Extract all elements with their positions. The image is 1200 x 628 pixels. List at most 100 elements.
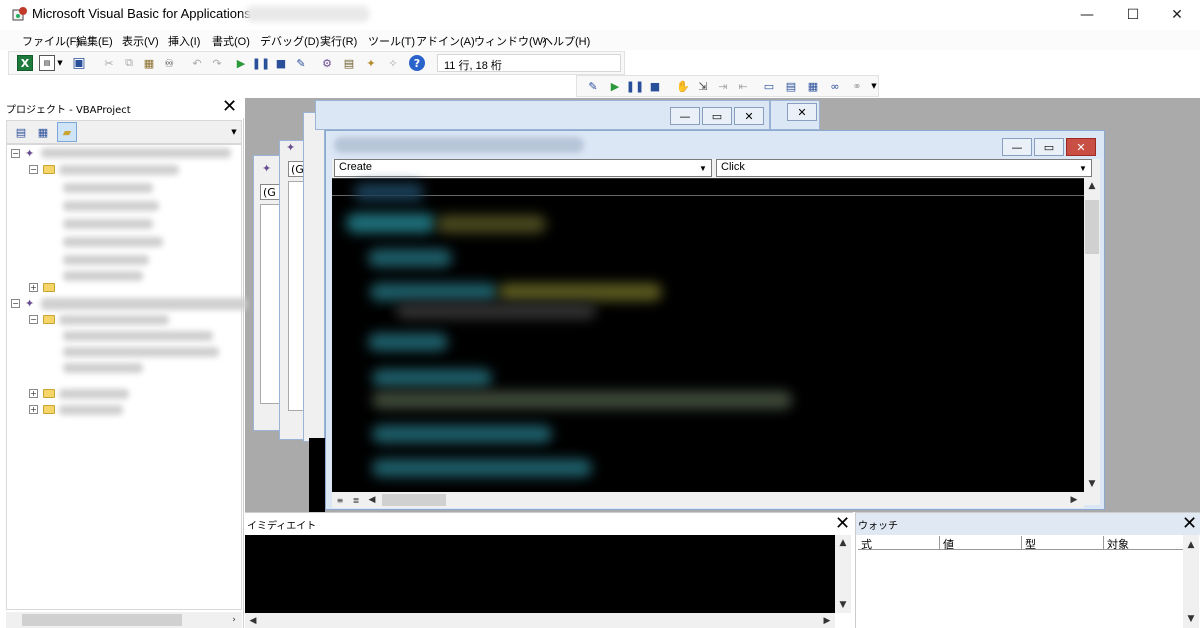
watch-column-type[interactable]: 型 — [1022, 536, 1104, 551]
stop-icon-2[interactable]: ■ — [647, 78, 663, 94]
copy-icon[interactable]: ⧉ — [121, 55, 137, 71]
paste-icon[interactable]: ▦ — [141, 55, 157, 71]
scroll-up-icon[interactable]: ▲ — [1084, 178, 1100, 194]
pause-icon[interactable]: ❚❚ — [252, 55, 270, 71]
chevron-down-icon[interactable]: ▼ — [696, 161, 710, 175]
menu-addins[interactable]: アドイン(A) — [416, 33, 475, 49]
expand-icon[interactable]: + — [29, 389, 38, 398]
menu-tools[interactable]: ツール(T) — [368, 33, 415, 49]
dropdown-arrow-icon[interactable]: ▼ — [55, 55, 65, 71]
watch-column-value[interactable]: 値 — [940, 536, 1022, 551]
bg-minimize-button[interactable]: — — [670, 107, 700, 125]
menu-edit[interactable]: 編集(E) — [76, 33, 113, 49]
watch-column-context[interactable]: 対象 — [1104, 536, 1183, 551]
toggle-breakpoint-icon[interactable]: ✋ — [675, 78, 691, 94]
code-restore-button[interactable]: ▭ — [1034, 138, 1064, 156]
bg-close-button[interactable]: ✕ — [734, 107, 764, 125]
scroll-up-icon[interactable]: ▲ — [835, 535, 851, 551]
cut-icon[interactable]: ✂ — [101, 55, 117, 71]
pause-icon-2[interactable]: ❚❚ — [626, 78, 644, 94]
minimize-button[interactable]: — — [1064, 0, 1110, 30]
immediate-close-icon[interactable]: ✕ — [835, 513, 850, 534]
step-into-icon[interactable]: ⇲ — [695, 78, 711, 94]
menu-window[interactable]: ウィンドウ(W) — [474, 33, 547, 49]
stop-icon[interactable]: ■ — [273, 55, 289, 71]
object-browser-icon[interactable]: ✦ — [363, 55, 379, 71]
maximize-button[interactable]: ☐ — [1110, 0, 1156, 30]
help-icon[interactable]: ? — [409, 55, 425, 71]
immediate-vertical-scrollbar[interactable]: ▲ ▼ — [835, 535, 851, 613]
step-out-icon[interactable]: ⇤ — [735, 78, 751, 94]
bg-close-button-2[interactable]: ✕ — [787, 103, 817, 121]
scroll-right-icon[interactable]: › — [226, 612, 242, 628]
scroll-thumb[interactable] — [382, 494, 446, 506]
project-close-icon[interactable]: ✕ — [222, 96, 237, 117]
toolbox-icon[interactable]: ✧ — [385, 55, 401, 71]
collapse-icon[interactable]: − — [11, 299, 20, 308]
project-horizontal-scrollbar[interactable]: › — [6, 612, 242, 628]
quick-watch-icon[interactable]: ∞ — [827, 78, 843, 94]
object-combo[interactable]: Create ▼ — [334, 159, 712, 177]
expand-icon[interactable]: + — [29, 405, 38, 414]
properties-icon[interactable]: ▤ — [341, 55, 357, 71]
save-icon[interactable]: ▣ — [71, 55, 87, 71]
scroll-up-icon[interactable]: ▲ — [1183, 537, 1199, 553]
immediate-horizontal-scrollbar[interactable]: ◀ ▶ — [245, 613, 835, 628]
scroll-left-icon[interactable]: ◀ — [364, 492, 380, 508]
find-icon[interactable]: ♾ — [161, 55, 177, 71]
watch-column-expression[interactable]: 式 — [858, 536, 940, 551]
bg-maximize-button[interactable]: ▭ — [702, 107, 732, 125]
design-mode-icon[interactable]: ✎ — [293, 55, 309, 71]
scroll-right-icon[interactable]: ▶ — [1066, 492, 1082, 508]
scroll-down-icon[interactable]: ▼ — [1084, 476, 1100, 492]
scroll-thumb[interactable] — [22, 614, 182, 626]
immediate-input[interactable] — [245, 535, 835, 613]
locals-window-icon[interactable]: ▭ — [761, 78, 777, 94]
menu-format[interactable]: 書式(O) — [212, 33, 250, 49]
procedure-combo[interactable]: Click ▼ — [716, 159, 1092, 177]
toggle-folders-icon[interactable]: ▰ — [57, 122, 77, 142]
toolbar-options-icon[interactable]: ▼ — [869, 78, 879, 94]
code-horizontal-scrollbar[interactable]: ≡ ≣ ◀ ▶ — [332, 492, 1084, 508]
background-code-window-4[interactable]: — ▭ ✕ — [315, 100, 770, 130]
collapse-icon[interactable]: − — [11, 149, 20, 158]
menu-insert[interactable]: 挿入(I) — [168, 33, 200, 49]
chevron-down-icon[interactable]: ▼ — [1076, 161, 1090, 175]
collapse-icon[interactable]: − — [29, 315, 38, 324]
watch-vertical-scrollbar[interactable]: ▲ ▼ — [1183, 535, 1199, 628]
scroll-down-icon[interactable]: ▼ — [835, 597, 851, 613]
chevron-down-icon[interactable]: ▼ — [229, 124, 239, 140]
code-vertical-scrollbar[interactable]: ▲ ▼ — [1084, 178, 1100, 492]
menu-view[interactable]: 表示(V) — [122, 33, 159, 49]
project-explorer-icon[interactable]: ⚙ — [319, 55, 335, 71]
excel-view-icon[interactable]: X — [17, 55, 33, 71]
undo-icon[interactable]: ↶ — [189, 55, 205, 71]
run-icon-2[interactable]: ▶ — [607, 78, 623, 94]
code-minimize-button[interactable]: — — [1002, 138, 1032, 156]
scroll-left-icon[interactable]: ◀ — [245, 613, 261, 628]
immediate-window-icon[interactable]: ▤ — [783, 78, 799, 94]
expand-icon[interactable]: + — [29, 283, 38, 292]
code-close-button[interactable]: ✕ — [1066, 138, 1096, 156]
watch-close-icon[interactable]: ✕ — [1182, 513, 1197, 534]
design-mode-icon-2[interactable]: ✎ — [585, 78, 601, 94]
scroll-right-icon[interactable]: ▶ — [819, 613, 835, 628]
view-code-icon[interactable]: ▤ — [13, 124, 29, 140]
project-tree[interactable]: − ✦ − + − ✦ − + + — [6, 144, 247, 610]
watch-window-icon[interactable]: ▦ — [805, 78, 821, 94]
view-object-icon[interactable]: ▦ — [35, 124, 51, 140]
menu-debug[interactable]: デバッグ(D) — [260, 33, 319, 49]
run-icon[interactable]: ▶ — [233, 55, 249, 71]
call-stack-icon[interactable]: ⚭ — [849, 78, 865, 94]
menu-file[interactable]: ファイル(F) — [22, 33, 80, 49]
close-button[interactable]: ✕ — [1154, 0, 1200, 30]
full-module-view-icon[interactable]: ≣ — [348, 492, 364, 508]
procedure-view-icon[interactable]: ≡ — [332, 492, 348, 508]
scroll-down-icon[interactable]: ▼ — [1183, 611, 1199, 627]
scroll-thumb[interactable] — [1085, 200, 1099, 254]
background-code-window-5[interactable]: ✕ — [770, 100, 820, 130]
background-code-window-3[interactable] — [303, 112, 325, 442]
menu-run[interactable]: 実行(R) — [320, 33, 357, 49]
step-over-icon[interactable]: ⇥ — [715, 78, 731, 94]
code-editor[interactable] — [332, 178, 1084, 492]
